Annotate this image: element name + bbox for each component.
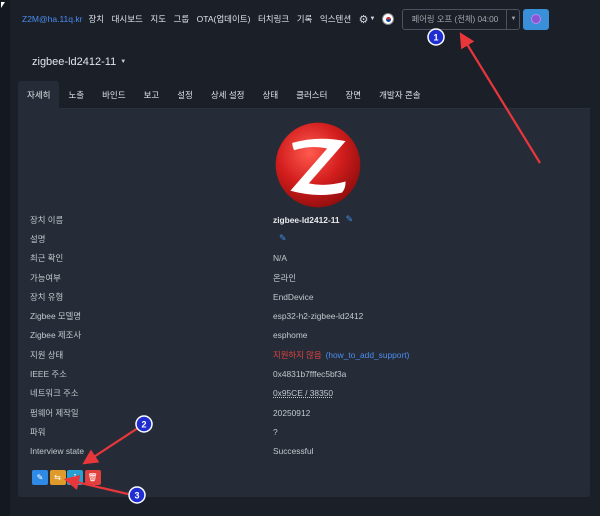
nav-dashboard[interactable]: 대시보드 xyxy=(112,13,143,25)
table-row: 펌웨어 제작일 20250912 xyxy=(30,403,580,422)
device-selector[interactable]: zigbee-ld2412-11 ▼ xyxy=(32,56,126,68)
table-row: 지원 상태 지원하지 않음 (how_to_add_support) xyxy=(30,345,580,364)
tab-state[interactable]: 상태 xyxy=(254,81,288,109)
detail-key: IEEE 주소 xyxy=(30,369,67,380)
tab-settings[interactable]: 설정 xyxy=(168,81,202,109)
chevron-down-icon: ▼ xyxy=(510,16,517,22)
detail-value: ✎ xyxy=(273,233,287,244)
nav-devices[interactable]: 장치 xyxy=(88,13,104,25)
table-row: Zigbee 제조사 esphome xyxy=(30,326,580,345)
detail-value: esphome xyxy=(273,330,308,341)
detail-key: 펌웨어 제작일 xyxy=(30,407,79,418)
tab-reporting[interactable]: 보고 xyxy=(135,81,169,109)
detail-key: 설명 xyxy=(30,233,46,244)
how-to-add-support-link[interactable]: (how_to_add_support) xyxy=(326,350,410,360)
tab-bind[interactable]: 바인드 xyxy=(93,81,134,109)
table-row: 네트워크 주소 0x95CE / 38350 xyxy=(30,384,580,403)
detail-value: zigbee-ld2412-11 ✎ xyxy=(273,214,353,225)
detail-key: Interview state xyxy=(30,446,84,457)
detail-value: 온라인 xyxy=(273,272,297,283)
device-title: zigbee-ld2412-11 xyxy=(32,56,117,68)
table-row: 최근 확인 N/A xyxy=(30,249,580,268)
details-table: 장치 이름 zigbee-ld2412-11 ✎ 설명 ✎ 최근 확인 N/A … xyxy=(30,210,580,461)
table-row: 장치 유형 EndDevice xyxy=(30,287,580,306)
tab-scenes[interactable]: 장면 xyxy=(336,81,370,109)
trash-icon: 🗑 xyxy=(87,473,98,482)
tab-exposes[interactable]: 노출 xyxy=(59,81,93,109)
device-name-value: zigbee-ld2412-11 xyxy=(273,214,340,225)
detail-value: esp32-h2-zigbee-ld2412 xyxy=(273,311,364,322)
rename-button[interactable]: ✎ xyxy=(32,470,48,485)
device-tabs: 자세히 노출 바인드 보고 설정 상세 설정 상태 클러스터 장면 개발자 콘솔 xyxy=(18,81,590,109)
permit-join-group: 페어링 오프 (전체) 04:00 ▼ xyxy=(402,8,521,30)
tab-dev-console[interactable]: 개발자 콘솔 xyxy=(370,81,429,109)
table-row: 장치 이름 zigbee-ld2412-11 ✎ xyxy=(30,210,580,229)
info-icon: ℹ xyxy=(73,473,77,482)
table-row: Zigbee 모델명 esp32-h2-zigbee-ld2412 xyxy=(30,306,580,325)
table-row: 가능여부 온라인 xyxy=(30,268,580,287)
detail-value: ? xyxy=(273,426,278,437)
nav-ota[interactable]: OTA(업데이트) xyxy=(197,13,251,25)
edit-description-icon[interactable]: ✎ xyxy=(279,233,287,244)
tab-specific-settings[interactable]: 상세 설정 xyxy=(202,81,254,109)
detail-value: 0x95CE / 38350 xyxy=(273,388,334,399)
permit-join-button[interactable]: 페어링 오프 (전체) 04:00 xyxy=(402,8,508,30)
remove-button[interactable]: 🗑 xyxy=(84,470,101,485)
nav-logs[interactable]: 기록 xyxy=(297,13,313,25)
nav-extensions[interactable]: 익스텐션 xyxy=(320,13,351,25)
detail-key: 파워 xyxy=(30,426,46,437)
table-row: Interview state Successful xyxy=(30,442,580,461)
detail-key: 장치 이름 xyxy=(30,214,64,225)
table-row: 파워 ? xyxy=(30,422,580,441)
table-row: 설명 ✎ xyxy=(30,229,580,248)
mouse-cursor-icon xyxy=(1,2,5,8)
moon-icon xyxy=(532,15,541,23)
nav-map[interactable]: 지도 xyxy=(150,13,166,25)
window-edge xyxy=(0,0,10,516)
detail-key: 지원 상태 xyxy=(30,349,64,360)
detail-key: Zigbee 제조사 xyxy=(30,330,82,341)
chevron-down-icon: ▼ xyxy=(120,59,127,65)
detail-key: 장치 유형 xyxy=(30,291,64,302)
detail-value: N/A xyxy=(273,253,287,264)
device-actions: ✎ ⇆ ℹ 🗑 xyxy=(32,470,102,485)
support-status-value: 지원하지 않음 xyxy=(273,349,322,360)
gear-icon: ⚙ xyxy=(358,13,369,26)
details-panel: 장치 이름 zigbee-ld2412-11 ✎ 설명 ✎ 최근 확인 N/A … xyxy=(18,109,590,497)
reconfigure-button[interactable]: ⇆ xyxy=(49,470,66,485)
edit-name-icon[interactable]: ✎ xyxy=(346,214,354,225)
zigbee-logo-icon xyxy=(275,122,361,208)
permit-join-dropdown[interactable]: ▼ xyxy=(507,8,521,30)
top-navbar: Z2M@ha.11q.kr 장치 대시보드 지도 그룹 OTA(업데이트) 터치… xyxy=(14,4,598,34)
detail-value: 지원하지 않음 (how_to_add_support) xyxy=(273,349,409,361)
main-nav: 장치 대시보드 지도 그룹 OTA(업데이트) 터치링크 기록 익스텐션 xyxy=(88,13,358,25)
tab-clusters[interactable]: 클러스터 xyxy=(287,81,336,109)
theme-toggle-button[interactable] xyxy=(523,8,550,30)
settings-dropdown[interactable]: ⚙ ▼ xyxy=(359,13,376,26)
nav-groups[interactable]: 그룹 xyxy=(174,13,190,25)
detail-value: Successful xyxy=(273,446,314,457)
svg-text:1: 1 xyxy=(433,33,438,43)
detail-value: 20250912 xyxy=(273,407,311,418)
detail-key: 가능여부 xyxy=(30,272,61,283)
brand-link[interactable]: Z2M@ha.11q.kr xyxy=(22,14,82,24)
nav-touchlink[interactable]: 터치링크 xyxy=(258,13,289,25)
detail-key: Zigbee 모델명 xyxy=(30,311,82,322)
table-row: IEEE 주소 0x4831b7fffec5bf3a xyxy=(30,364,580,383)
interview-button[interactable]: ℹ xyxy=(67,470,83,485)
tab-details[interactable]: 자세히 xyxy=(18,81,60,109)
chevron-down-icon: ▼ xyxy=(369,16,376,22)
korean-flag-icon[interactable] xyxy=(382,13,395,25)
swap-icon: ⇆ xyxy=(54,473,61,482)
detail-key: 네트워크 주소 xyxy=(30,388,79,399)
edit-icon: ✎ xyxy=(36,473,44,482)
detail-value: 0x4831b7fffec5bf3a xyxy=(273,369,347,380)
detail-value: EndDevice xyxy=(273,291,314,302)
detail-key: 최근 확인 xyxy=(30,253,64,264)
